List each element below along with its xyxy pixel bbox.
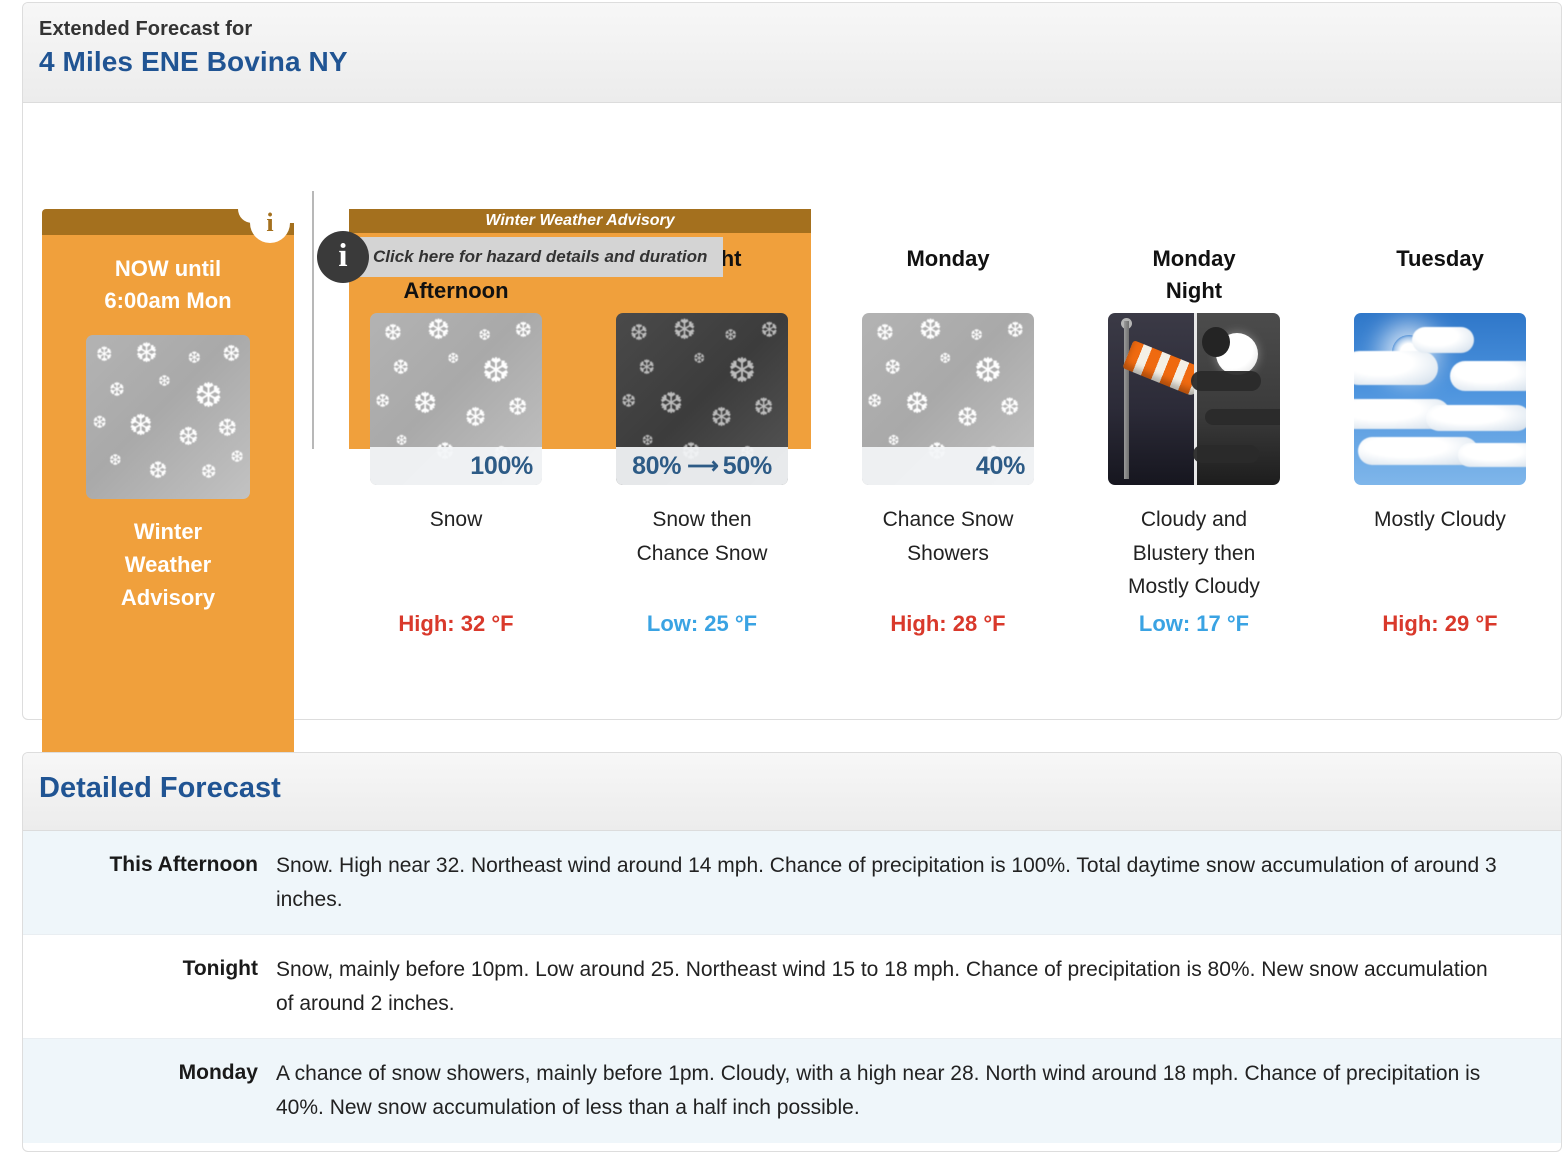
precip-chance-strip: 40% [862,447,1034,485]
hazard-tip-text: Click here for hazard details and durati… [373,247,708,266]
period-temperature: Low: 17 °F [1138,611,1250,636]
detail-row-label: Tonight [182,957,258,981]
moon-shadow-cloud [1202,327,1230,357]
detail-row: Tonight Snow, mainly before 10pm. Low ar… [23,934,1561,1039]
period-title-line1: Monday [1152,246,1236,271]
split-weather-icon [1108,313,1280,485]
period-title: Monday Night [1099,243,1289,309]
advisory-card-body: NOW until 6:00am Mon ❆ ❆ ❆ ❆ ❆ ❆ ❆ ❆ ❆ ❆ [42,235,294,755]
flagpole [1124,321,1129,479]
precip-chance-start: 80% [632,451,682,480]
advisory-info-icon[interactable]: i [250,203,290,243]
detailed-forecast-title: Detailed Forecast [39,772,281,804]
detail-row-label: This Afternoon [109,853,258,876]
advisory-timeframe: NOW until 6:00am Mon [56,253,280,317]
precip-chance-strip: 80% ⟶ 50% [616,447,788,485]
extended-header-label: Extended Forecast for [39,18,253,40]
period-description-line3: Mostly Cloudy [1128,575,1260,599]
advisory-info-icon-glyph: i [266,207,274,237]
cloud-shape [1450,361,1526,391]
arrow-right-icon: ⟶ [687,453,719,478]
forecast-period-tonight[interactable]: Tonight ❆ ❆ ❆ ❆ ❆ ❆ ❆ ❆ ❆ ❆ [579,243,825,637]
snow-day-icon[interactable]: ❆ ❆ ❆ ❆ ❆ ❆ ❆ ❆ ❆ ❆ ❆ ❆ ❆ ❆ [370,313,542,485]
detailed-forecast-rows: This Afternoon Snow. High near 32. North… [23,831,1561,1143]
winter-weather-advisory-card[interactable]: i NOW until 6:00am Mon ❆ ❆ ❆ ❆ ❆ ❆ ❆ ❆ ❆… [42,203,294,755]
period-temperature: High: 29 °F [1382,611,1498,636]
detail-row-text: Snow, mainly before 10pm. Low around 25.… [276,958,1488,1015]
period-title: Tuesday [1345,243,1535,309]
snowflake-pattern: ❆ ❆ ❆ ❆ ❆ ❆ ❆ ❆ ❆ ❆ ❆ ❆ ❆ ❆ ❆ [92,337,244,484]
period-description: Mostly Cloudy [1338,503,1543,605]
period-title-line1: Tuesday [1396,246,1484,271]
period-temperature: Low: 25 °F [646,611,758,636]
period-temperature: High: 32 °F [398,611,514,636]
detail-row: Monday A chance of snow showers, mainly … [23,1038,1561,1143]
advisory-name-line1: Winter [133,518,203,544]
period-description: Snow [354,503,559,605]
period-description: Cloudy and Blustery then Mostly Cloudy [1092,503,1297,605]
period-title-line2: Night [1165,277,1223,303]
period-description-line1: Chance Snow [882,508,1014,531]
advisory-timeframe-line1: NOW until [114,256,222,281]
advisory-name-line2: Weather [124,551,212,577]
forecast-period-tuesday[interactable]: Tuesday Mostly Cloudy High: 29 °F [1317,243,1563,637]
night-cloud [1191,371,1261,391]
detailed-forecast-panel: Detailed Forecast This Afternoon Snow. H… [22,752,1562,1152]
period-temperature: High: 28 °F [890,611,1006,636]
windy-night-icon[interactable] [1108,313,1280,485]
detail-row: This Afternoon Snow. High near 32. North… [23,831,1561,935]
snow-day-icon[interactable]: ❆ ❆ ❆ ❆ ❆ ❆ ❆ ❆ ❆ ❆ ❆ ❆ ❆ ❆ [862,313,1034,485]
period-description-line1: Snow then [652,508,752,531]
precip-chance-strip: 100% [370,447,542,485]
period-description: Chance Snow Showers [846,503,1051,605]
partly-cloudy-icon[interactable] [1354,313,1526,485]
period-description-line1: Cloudy and [1140,508,1248,531]
detail-row-text: Snow. High near 32. Northeast wind aroun… [276,854,1497,911]
forecast-period-monday-night[interactable]: Monday Night Cloudy and Blustery then Mo… [1071,243,1317,637]
advisory-snow-icon: ❆ ❆ ❆ ❆ ❆ ❆ ❆ ❆ ❆ ❆ ❆ ❆ ❆ ❆ ❆ [86,334,250,499]
cloud-shape [1354,351,1438,385]
period-description-line2: Showers [907,541,989,565]
hazard-tip-bar[interactable]: Click here for hazard details and durati… [329,237,724,277]
advisory-card-topbar: i [42,203,294,243]
period-description-line1: Mostly Cloudy [1374,508,1506,531]
snow-night-icon[interactable]: ❆ ❆ ❆ ❆ ❆ ❆ ❆ ❆ ❆ ❆ ❆ ❆ ❆ ❆ [616,313,788,485]
forecast-period-monday[interactable]: Monday ❆ ❆ ❆ ❆ ❆ ❆ ❆ ❆ ❆ ❆ ❆ ❆ 40% Chanc… [825,243,1071,637]
info-icon-glyph: i [338,237,348,274]
cloud-shape [1426,405,1526,431]
hazard-details-link[interactable]: i Click here for hazard details and dura… [317,229,724,285]
extended-forecast-header: Extended Forecast for 4 Miles ENE Bovina… [23,3,1561,103]
advisory-name-line3: Advisory [120,584,216,610]
period-title: Monday [853,243,1043,309]
advisory-timeframe-line2: 6:00am Mon [104,287,232,313]
period-description-line2: Blustery then [1132,541,1256,565]
period-description: Snow then Chance Snow [600,503,805,605]
night-cloud [1205,409,1280,425]
period-description-line2: Chance Snow [636,541,768,565]
night-cloud [1193,445,1259,463]
period-title-line1: Monday [906,246,990,271]
forecast-period-columns: This Afternoon ❆ ❆ ❆ ❆ ❆ ❆ ❆ ❆ ❆ ❆ [333,243,1563,637]
extended-forecast-panel: Extended Forecast for 4 Miles ENE Bovina… [22,2,1563,755]
moon-cloudy-icon [1191,313,1280,485]
column-divider [312,191,314,449]
forecast-period-this-afternoon[interactable]: This Afternoon ❆ ❆ ❆ ❆ ❆ ❆ ❆ ❆ ❆ ❆ [333,243,579,637]
precip-chance-value: 100% [470,451,533,480]
detailed-forecast-header: Detailed Forecast [23,753,1561,831]
advisory-name: Winter Weather Advisory [56,515,280,614]
cloud-shape [1458,443,1526,467]
precip-chance-value: 40% [975,451,1025,480]
windsock-icon [1108,313,1206,485]
detail-row-label: Monday [178,1061,258,1085]
cloud-shape [1412,327,1474,353]
period-description-line1: Snow [429,508,483,531]
forecast-location-title: 4 Miles ENE Bovina NY [39,46,348,77]
detail-row-text: A chance of snow showers, mainly before … [276,1062,1481,1119]
forecast-body: i Click here for hazard details and dura… [23,103,1563,755]
info-icon[interactable]: i [317,231,369,283]
precip-chance-end: 50% [722,451,772,480]
